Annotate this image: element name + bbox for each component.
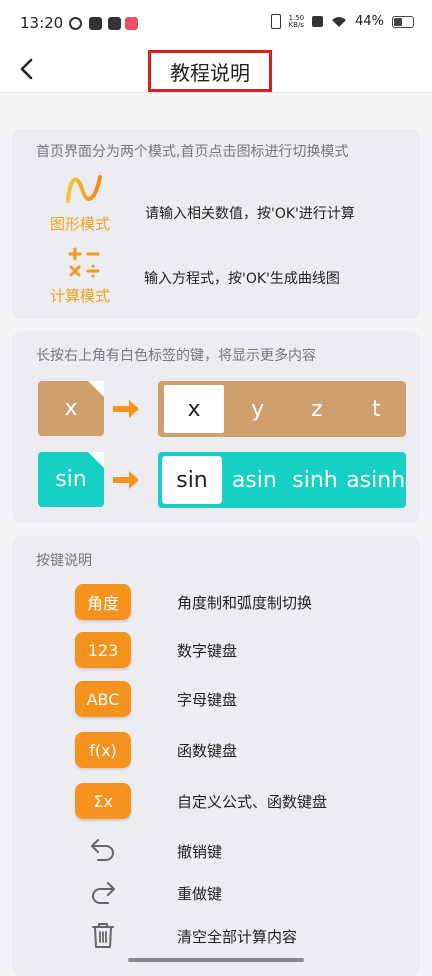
option-x[interactable]: x <box>162 383 226 435</box>
trash-icon[interactable] <box>88 920 118 950</box>
graph-mode-description: 请输入相关数值，按'OK'进行计算 <box>145 206 355 222</box>
calculator-ops-icon <box>67 245 103 281</box>
wifi-icon <box>332 16 347 27</box>
custom-formula-key-button[interactable]: Σx <box>75 783 131 819</box>
x-key-label: x <box>64 396 78 421</box>
x-key-options: x y z t <box>158 381 406 437</box>
battery-icon <box>392 15 414 28</box>
option-sin[interactable]: sin <box>162 456 222 504</box>
battery-percent: 44% <box>355 14 384 29</box>
letter-key-button[interactable]: ABC <box>75 681 131 717</box>
modes-card-title: 首页界面分为两个模式,首页点击图标进行切换模式 <box>36 144 349 160</box>
option-asinh[interactable]: asinh <box>345 468 406 493</box>
close-square-icon <box>312 16 324 27</box>
graph-wave-icon <box>64 171 106 207</box>
angle-key-button[interactable]: 角度 <box>75 584 131 620</box>
angle-key-description: 角度制和弧度制切换 <box>177 594 313 612</box>
tiktok-icon <box>108 17 121 30</box>
option-asin[interactable]: asin <box>224 468 285 493</box>
option-z[interactable]: z <box>287 397 346 422</box>
option-sinh[interactable]: sinh <box>285 468 346 493</box>
white-tag-corner <box>88 381 104 397</box>
redo-key-description: 重做键 <box>177 885 223 903</box>
arrow-right-icon <box>113 471 139 489</box>
longpress-card: 长按右上角有白色标签的键，将显示更多内容 x x y z t sin sin a… <box>12 331 420 523</box>
arrow-left-icon[interactable] <box>14 56 40 82</box>
option-t[interactable]: t <box>347 397 406 422</box>
app-badge-icon <box>125 17 138 30</box>
sin-key-options: sin asin sinh asinh <box>158 452 406 508</box>
x-key-example: x <box>38 381 104 436</box>
status-bar: 13:20 1.50 KB/s 44% <box>0 0 432 50</box>
calc-mode-description: 输入方程式，按'OK'生成曲线图 <box>144 271 340 287</box>
vibrate-icon <box>270 14 281 29</box>
keys-card-title: 按键说明 <box>36 553 92 569</box>
graph-mode-label[interactable]: 图形模式 <box>50 213 110 234</box>
sin-key-example: sin <box>38 452 104 507</box>
number-key-button[interactable]: 123 <box>75 632 131 668</box>
home-indicator[interactable] <box>128 958 304 962</box>
letter-key-description: 字母键盘 <box>177 691 238 709</box>
notification-icon <box>69 17 82 30</box>
page-title: 教程说明 <box>148 50 272 92</box>
app-header: 教程说明 <box>0 50 432 93</box>
status-right: 1.50 KB/s 44% <box>270 14 414 29</box>
mail-icon <box>89 17 102 30</box>
undo-icon[interactable] <box>88 834 118 864</box>
white-tag-corner <box>88 452 104 468</box>
network-speed: 1.50 KB/s <box>288 14 305 29</box>
longpress-card-title: 长按右上角有白色标签的键，将显示更多内容 <box>36 348 316 364</box>
modes-card: 首页界面分为两个模式,首页点击图标进行切换模式 图形模式 请输入相关数值，按'O… <box>12 129 420 319</box>
function-key-button[interactable]: f(x) <box>75 732 131 768</box>
option-y[interactable]: y <box>228 397 287 422</box>
function-key-description: 函数键盘 <box>177 742 238 760</box>
calc-mode-label[interactable]: 计算模式 <box>50 285 110 306</box>
speed-unit: KB/s <box>288 20 304 29</box>
arrow-right-icon <box>113 400 139 418</box>
clear-key-description: 清空全部计算内容 <box>177 928 298 946</box>
number-key-description: 数字键盘 <box>177 642 238 660</box>
undo-key-description: 撤销键 <box>177 843 223 861</box>
status-time: 13:20 <box>20 14 64 32</box>
redo-icon[interactable] <box>88 877 118 907</box>
sin-key-label: sin <box>55 467 87 492</box>
custom-formula-key-description: 自定义公式、函数键盘 <box>177 793 328 811</box>
keys-card: 按键说明 角度 角度制和弧度制切换 123 数字键盘 ABC 字母键盘 f(x)… <box>12 536 420 976</box>
